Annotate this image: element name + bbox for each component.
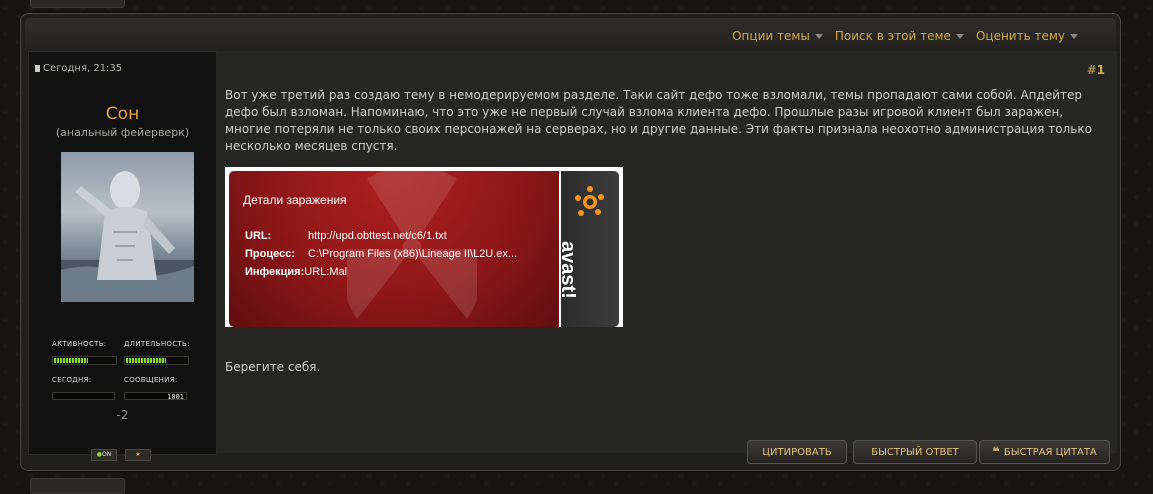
infection-warning-panel: Детали заражения URL: http://upd.obttest.…: [229, 171, 559, 327]
chevron-down-icon: [1070, 33, 1078, 39]
process-row: Процесс: C:\Program Files (x86)\Lineage I…: [245, 248, 517, 260]
search-thread-menu[interactable]: Поиск в этой теме: [835, 29, 964, 43]
chevron-down-icon: [814, 33, 823, 39]
avatar[interactable]: [61, 152, 194, 302]
post-date: Сегодня, 21:35: [35, 63, 122, 74]
post-number-prefix: #: [1086, 63, 1097, 77]
rate-thread-label: Оценить тему: [975, 29, 1065, 43]
duration-meter: [124, 356, 189, 365]
post-number-link[interactable]: #1: [1087, 63, 1105, 77]
messages-count: 1001: [124, 392, 187, 401]
url-label: URL:: [245, 230, 272, 242]
avast-wordmark: avast!: [557, 241, 579, 299]
post-icon: [35, 65, 40, 72]
url-row: URL: http://upd.obttest.net/c6/1.txt: [245, 230, 447, 242]
rate-thread-menu[interactable]: Оценить тему: [976, 29, 1078, 43]
quote-button[interactable]: ЦИТИРОВАТЬ: [747, 440, 847, 464]
avatar-image: [61, 171, 194, 302]
post-content: #1 Вот уже третий раз создаю тему в немо…: [217, 51, 1117, 464]
process-value: C:\Program Files (x86)\Lineage II\L2U.ex…: [308, 248, 518, 260]
avast-brand-strip: avast!: [557, 171, 619, 327]
infection-value: URL:Mal: [304, 266, 348, 278]
thread-tools-menu: Опции темы Поиск в этой теме Оценить тем…: [732, 29, 1078, 43]
search-thread-label: Поиск в этой теме: [834, 29, 951, 43]
activity-label: АКТИВНОСТЬ:: [52, 340, 107, 348]
thread-toolbar: Опции темы Поиск в этой теме Оценить тем…: [25, 18, 1116, 50]
url-value: http://upd.obttest.net/c6/1.txt: [308, 230, 447, 242]
quick-reply-button-label: БЫСТРЫЙ ОТВЕТ: [871, 446, 959, 458]
duration-label: ДЛИТЕЛЬНОСТЬ:: [124, 340, 190, 348]
today-label: СЕГОДНЯ:: [52, 376, 92, 384]
thread-options-menu[interactable]: Опции темы: [732, 29, 823, 43]
chevron-down-icon: [955, 33, 964, 39]
quote-mark-icon: ❝: [992, 444, 1000, 460]
previous-post-tab: [30, 0, 125, 8]
post-number: 1: [1096, 63, 1105, 77]
next-post-tab: [30, 478, 125, 494]
online-status-text: ON: [102, 451, 112, 458]
messages-label: СООБЩЕНИЯ:: [124, 376, 178, 384]
embedded-screenshot[interactable]: Детали заражения URL: http://upd.obttest.…: [225, 167, 623, 327]
quick-quote-button-label: БЫСТРАЯ ЦИТАТА: [1003, 446, 1097, 458]
duration-meter-fill: [126, 358, 166, 363]
activity-meter: [52, 356, 117, 365]
infection-label: Инфекция:: [245, 266, 305, 278]
quote-button-label: ЦИТИРОВАТЬ: [762, 446, 832, 458]
avast-logo-icon: [575, 186, 604, 216]
activity-meter-fill: [54, 358, 88, 363]
today-meter: [52, 392, 115, 400]
user-title: (анальный фейерверк): [55, 126, 190, 139]
infection-row: Инфекция:URL:Mal: [245, 266, 347, 278]
star-icon[interactable]: ★: [125, 449, 151, 461]
post-closing-text: Берегите себя.: [225, 360, 321, 374]
infection-details-title: Детали заражения: [243, 193, 347, 207]
username-link[interactable]: Сон: [29, 104, 216, 124]
post-panel: Опции темы Поиск в этой теме Оценить тем…: [20, 13, 1121, 471]
quick-quote-button[interactable]: ❝ БЫСТРАЯ ЦИТАТА: [979, 440, 1110, 464]
process-label: Процесс:: [245, 248, 295, 260]
online-status-badge: ●ON: [91, 449, 117, 461]
post-date-text: Сегодня, 21:35: [43, 63, 123, 74]
post-body-text: Вот уже третий раз создаю тему в немодер…: [225, 88, 1092, 153]
user-info-column: Сегодня, 21:35 Сон (анальный фейерверк) …: [28, 51, 217, 461]
quick-reply-button[interactable]: БЫСТРЫЙ ОТВЕТ: [853, 440, 977, 464]
thread-options-label: Опции темы: [732, 29, 810, 43]
reputation-value: -2: [116, 408, 129, 422]
